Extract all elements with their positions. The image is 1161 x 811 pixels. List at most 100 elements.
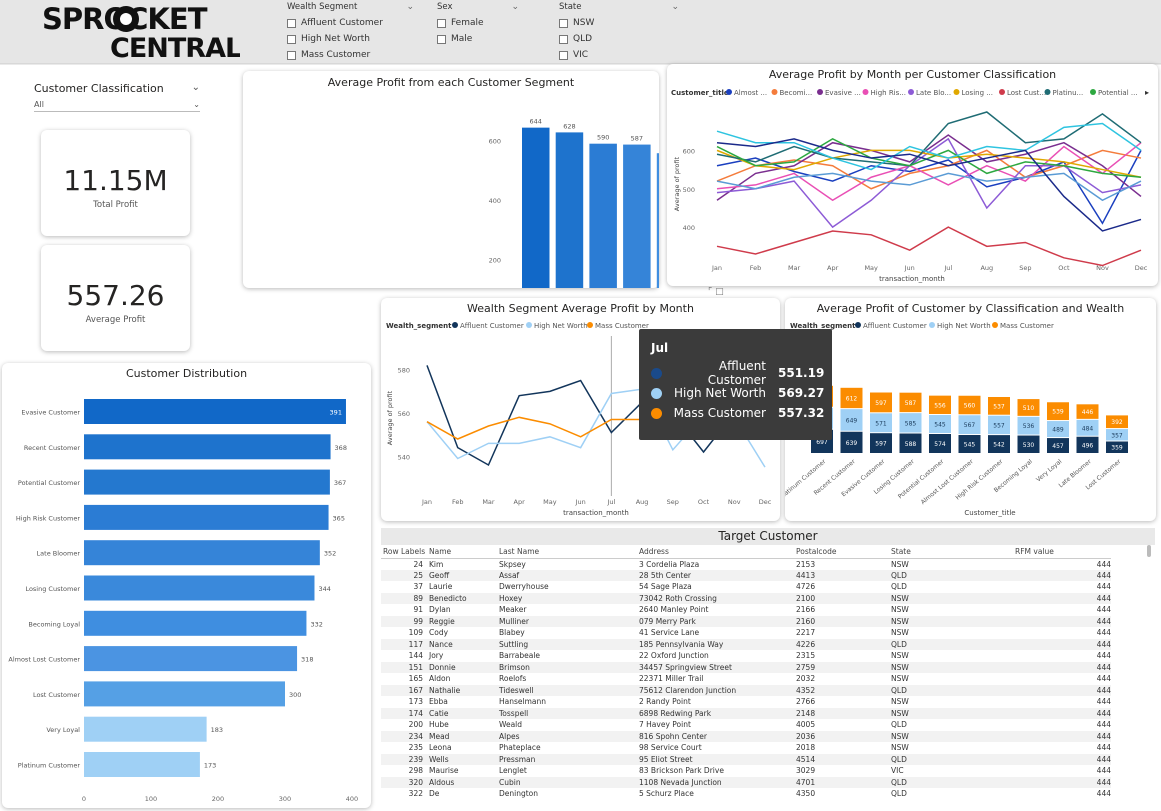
- data-label: 344: [318, 585, 330, 593]
- table-row[interactable]: 99 Reggie Mulliner 079 Merry Park 2160 NSW 444: [381, 615, 1111, 627]
- table-row[interactable]: 109 Cody Blabey 41 Service Lane 2217 NSW 444: [381, 627, 1111, 639]
- table-row[interactable]: 167 Nathalie Tideswell 75612 Clarendon Junc…: [381, 684, 1111, 696]
- x-tick-label: May: [864, 264, 878, 272]
- slicer-option[interactable]: Mass Customer: [287, 50, 414, 60]
- column-header[interactable]: Row Labels: [381, 545, 427, 559]
- column-header[interactable]: RFM value: [1013, 545, 1111, 559]
- column-header[interactable]: State: [889, 545, 1013, 559]
- classification-dropdown[interactable]: All ⌄: [34, 100, 200, 112]
- table-cell: 2640 Manley Point: [639, 605, 709, 615]
- legend-dot-icon: [855, 322, 861, 328]
- column-header[interactable]: Name: [427, 545, 497, 559]
- table-row[interactable]: 173 Ebba Hanselmann 2 Randy Point 2766 NSW 444: [381, 696, 1111, 708]
- svg-text:CENTRAL: CENTRAL: [110, 33, 240, 59]
- table-cell: 444: [1013, 638, 1111, 650]
- classification-wealth-stacked-chart[interactable]: Average Profit of Customer by Classifica…: [785, 298, 1156, 521]
- table-cell: 37: [413, 582, 423, 592]
- checkbox[interactable]: [437, 18, 446, 28]
- target-table-grid: Row Labels Name Last Name Address Postalcode…: [381, 545, 1111, 800]
- bar: [522, 127, 550, 288]
- checkbox[interactable]: [287, 18, 296, 28]
- table-row[interactable]: 117 Nance Suttling 185 Pennsylvania Way 4226…: [381, 638, 1111, 650]
- data-label: 536: [1023, 423, 1035, 430]
- table-cell: 109: [408, 628, 423, 638]
- checkbox[interactable]: [559, 50, 568, 60]
- table-row[interactable]: 200 Hube Weald 7 Havey Point 4005 QLD 444: [381, 719, 1111, 731]
- column-header[interactable]: Postalcode: [794, 545, 889, 559]
- slicer-option[interactable]: Male: [437, 34, 519, 44]
- legend-label: Platinu...: [1053, 89, 1084, 97]
- table-row[interactable]: 298 Maurise Lenglet 83 Brickson Park Drive 3…: [381, 765, 1111, 777]
- table-row[interactable]: 144 Jory Barrabeale 22 Oxford Junction 2315 N…: [381, 650, 1111, 662]
- x-tick-label: Apr: [514, 498, 526, 506]
- legend-dot-icon: [1090, 89, 1096, 95]
- tooltip-title: Jul: [651, 341, 669, 355]
- slicer-state[interactable]: State ⌄ NSW QLD VIC: [559, 2, 679, 60]
- slicer-option[interactable]: Female: [437, 18, 519, 28]
- table-row[interactable]: 235 Leona Phateplace 98 Service Court 2018 NS…: [381, 742, 1111, 754]
- table-cell: 4701: [794, 776, 889, 788]
- monthly-classification-chart[interactable]: Average Profit by Month per Customer Cla…: [667, 64, 1158, 286]
- table-cell: 167: [381, 684, 427, 696]
- table-cell: 444: [1013, 753, 1111, 765]
- slicer-title: State ⌄: [559, 2, 679, 12]
- slicer-option[interactable]: High Net Worth: [287, 34, 414, 44]
- table-row[interactable]: 239 Wells Pressman 95 Eliot Street 4514 QLD 44…: [381, 753, 1111, 765]
- table-row[interactable]: 151 Donnie Brimson 34457 Springview Street 2…: [381, 661, 1111, 673]
- tooltip-value: 569.27: [778, 386, 825, 400]
- table-cell: NSW: [891, 559, 909, 569]
- table-row[interactable]: 25 Geoff Assaf 28 5th Center 4413 QLD 444: [381, 569, 1111, 581]
- data-label: 628: [563, 122, 575, 130]
- slicer-option[interactable]: VIC: [559, 50, 679, 60]
- column-header[interactable]: Address: [637, 545, 794, 559]
- y-tick-label: Late Bloomer: [37, 550, 81, 558]
- customer-distribution-chart[interactable]: Customer Distribution Evasive Customer 39…: [2, 363, 371, 808]
- classification-title: Customer Classification: [34, 82, 164, 95]
- slicer-option[interactable]: QLD: [559, 34, 679, 44]
- chevron-down-icon[interactable]: ⌄: [671, 2, 679, 12]
- table-cell: Alpes: [497, 730, 637, 742]
- table-cell: 444: [1013, 661, 1111, 673]
- focus-mode-icon[interactable]: ⌜ □: [708, 287, 724, 297]
- table-row[interactable]: 322 De Denington 5 Schurz Place 4350 QLD 444: [381, 788, 1111, 800]
- target-customer-table[interactable]: Target Customer Row Labels Name Last Name A…: [381, 528, 1155, 811]
- table-row[interactable]: 91 Dylan Meaker 2640 Manley Point 2166 NSW 444: [381, 604, 1111, 616]
- table-row[interactable]: 234 Mead Alpes 816 Spohn Center 2036 NSW 444: [381, 730, 1111, 742]
- x-tick-label: 100: [145, 795, 157, 803]
- classification-slicer[interactable]: Customer Classification ⌄ All ⌄: [34, 82, 200, 112]
- checkbox[interactable]: [437, 34, 446, 44]
- table-row[interactable]: 89 Benedicto Hoxey 73042 Roth Crossing 2100 N…: [381, 592, 1111, 604]
- table-cell: Cody: [429, 628, 449, 638]
- table-row[interactable]: 165 Aldon Roelofs 22371 Miller Trail 2032 NSW…: [381, 673, 1111, 685]
- chevron-down-icon[interactable]: ⌄: [511, 2, 519, 12]
- slicer-wealth-segment[interactable]: Wealth Segment ⌄ Affluent Customer High Net…: [287, 2, 414, 60]
- slicer-sex[interactable]: Sex ⌄ Female Male: [437, 2, 519, 44]
- table-cell: 2217: [796, 628, 816, 638]
- checkbox[interactable]: [287, 34, 296, 44]
- chevron-down-icon[interactable]: ⌄: [192, 82, 200, 95]
- table-row[interactable]: 320 Aldous Cubin 1108 Nevada Junction 4701 QL…: [381, 776, 1111, 788]
- checkbox[interactable]: [559, 18, 568, 28]
- checkbox[interactable]: [287, 50, 296, 60]
- y-tick-label: High Risk Customer: [16, 514, 80, 522]
- table-cell: 2036: [794, 730, 889, 742]
- table-cell: 2100: [794, 592, 889, 604]
- table-row[interactable]: 174 Catie Tosspell 6898 Redwing Park 2148 NSW…: [381, 707, 1111, 719]
- chevron-down-icon[interactable]: ⌄: [406, 2, 414, 12]
- table-cell: 235: [408, 743, 423, 753]
- table-scrollbar[interactable]: [1147, 545, 1151, 557]
- table-cell: 444: [1096, 628, 1111, 638]
- legend-label: Losing ...: [962, 89, 993, 97]
- slicer-option[interactable]: NSW: [559, 18, 679, 28]
- column-header[interactable]: Last Name: [497, 545, 637, 559]
- table-cell: 444: [1013, 730, 1111, 742]
- legend-dot-icon: [817, 89, 823, 95]
- table-cell: 28 5th Center: [637, 569, 794, 581]
- slicer-option[interactable]: Affluent Customer: [287, 18, 414, 28]
- checkbox[interactable]: [559, 34, 568, 44]
- table-row[interactable]: 24 Kim Skpsey 3 Cordelia Plaza 2153 NSW 444: [381, 558, 1111, 570]
- table-row[interactable]: 37 Laurie Dwerryhouse 54 Sage Plaza 4726 QLD 4…: [381, 581, 1111, 593]
- data-label: 446: [1082, 409, 1094, 416]
- segment-profit-chart[interactable]: Average Profit from each Customer Segmen…: [243, 71, 659, 288]
- table-cell: Donnie: [427, 661, 497, 673]
